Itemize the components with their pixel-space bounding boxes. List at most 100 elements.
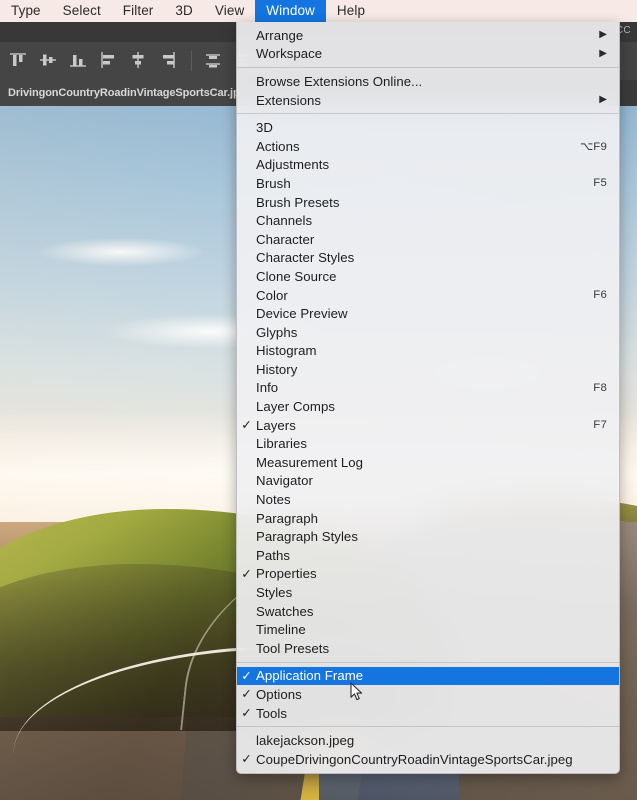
menu-item-paths[interactable]: Paths (237, 546, 619, 565)
check-icon: ✓ (241, 566, 252, 581)
menu-item-shortcut: ⌥F9 (579, 141, 607, 154)
menubar-item-type[interactable]: Type (0, 0, 52, 22)
menu-item-label: Clone Source (256, 268, 337, 284)
menu-item-color[interactable]: Color F6 (237, 286, 619, 305)
align-top-edges-icon[interactable] (7, 49, 31, 73)
menubar-item-view[interactable]: View (204, 0, 255, 22)
menu-item-label: Workspace (256, 46, 323, 62)
menu-item-paragraph-styles[interactable]: Paragraph Styles (237, 527, 619, 546)
menu-item-clone-source[interactable]: Clone Source (237, 267, 619, 286)
menubar-item-help[interactable]: Help (326, 0, 376, 22)
align-vertical-centers-icon[interactable] (37, 49, 61, 73)
menu-item-measurement-log[interactable]: Measurement Log (237, 453, 619, 472)
menu-item-timeline[interactable]: Timeline (237, 620, 619, 639)
check-icon: ✓ (241, 687, 252, 702)
menu-item-channels[interactable]: Channels (237, 211, 619, 230)
menu-item-label: Options (256, 686, 302, 702)
menu-item-notes[interactable]: Notes (237, 490, 619, 509)
menu-item-navigator[interactable]: Navigator (237, 472, 619, 491)
menu-item-libraries[interactable]: Libraries (237, 434, 619, 453)
menu-item-options[interactable]: ✓ Options (237, 685, 619, 704)
menu-item-history[interactable]: History (237, 360, 619, 379)
menu-item-character-styles[interactable]: Character Styles (237, 249, 619, 268)
menu-bar: Type Select Filter 3D View Window Help (0, 0, 637, 22)
menu-item-paragraph[interactable]: Paragraph (237, 509, 619, 528)
document-tab[interactable]: DrivingonCountryRoadinVintageSportsCar.j… (0, 80, 248, 106)
align-bottom-edges-icon[interactable] (67, 49, 91, 73)
menu-item-label: Extensions (256, 92, 322, 108)
menu-item-label: History (256, 361, 298, 377)
menu-item-label: Tool Presets (256, 640, 330, 656)
menu-item-shortcut: F6 (593, 289, 607, 302)
menu-item-brush[interactable]: Brush F5 (237, 174, 619, 193)
menu-item-label: Character (256, 231, 315, 247)
align-horizontal-centers-icon[interactable] (127, 49, 151, 73)
menu-item-label: Layers (256, 417, 296, 433)
document-tab-label: DrivingonCountryRoadinVintageSportsCar.j… (8, 87, 240, 99)
menu-item-glyphs[interactable]: Glyphs (237, 323, 619, 342)
menu-item-swatches[interactable]: Swatches (237, 602, 619, 621)
align-left-edges-icon[interactable] (97, 49, 121, 73)
menu-item-label: Application Frame (256, 668, 364, 684)
menu-item-label: Brush (256, 175, 291, 191)
menu-item-layers[interactable]: ✓ Layers F7 (237, 416, 619, 435)
menu-item-arrange[interactable]: Arrange ▶ (237, 26, 619, 45)
menu-item-lakejackson-jpeg[interactable]: lakejackson.jpeg (237, 731, 619, 750)
menu-item-label: Paragraph Styles (256, 529, 358, 545)
menu-item-label: Measurement Log (256, 454, 364, 470)
menu-item-label: Glyphs (256, 324, 298, 340)
menu-item-brush-presets[interactable]: Brush Presets (237, 193, 619, 212)
menu-item-actions[interactable]: Actions ⌥F9 (237, 137, 619, 156)
menu-item-label: Adjustments (256, 157, 330, 173)
menu-item-label: CoupeDrivingonCountryRoadinVintageSports… (256, 751, 573, 767)
menu-item-application-frame[interactable]: ✓ Application Frame (237, 666, 619, 686)
submenu-arrow-icon: ▶ (599, 29, 607, 41)
menu-item-label: Paragraph (256, 510, 319, 526)
menu-divider (237, 67, 619, 69)
menu-item-3d[interactable]: 3D (237, 118, 619, 137)
menu-item-tools[interactable]: ✓ Tools (237, 704, 619, 723)
menu-item-histogram[interactable]: Histogram (237, 342, 619, 361)
menu-item-label: Actions (256, 138, 300, 154)
menu-item-label: Navigator (256, 473, 313, 489)
check-icon: ✓ (241, 705, 252, 720)
menu-item-shortcut: F7 (593, 419, 607, 432)
menu-item-layer-comps[interactable]: Layer Comps (237, 397, 619, 416)
menu-item-properties[interactable]: ✓ Properties (237, 565, 619, 584)
menubar-item-select[interactable]: Select (52, 0, 112, 22)
distribute-top-edges-icon[interactable] (202, 49, 226, 73)
menubar-item-3d[interactable]: 3D (164, 0, 203, 22)
menu-item-label: Device Preview (256, 306, 348, 322)
menubar-item-window[interactable]: Window (255, 0, 326, 22)
menu-item-info[interactable]: Info F8 (237, 379, 619, 398)
menu-item-label: Info (256, 380, 279, 396)
menu-item-coupedrivingoncountryroadinvintagesportscar-jpeg[interactable]: ✓ CoupeDrivingonCountryRoadinVintageSport… (237, 750, 619, 769)
menu-item-tool-presets[interactable]: Tool Presets (237, 639, 619, 658)
menu-item-browse-extensions-online[interactable]: Browse Extensions Online... (237, 72, 619, 91)
menu-item-character[interactable]: Character (237, 230, 619, 249)
menu-divider (237, 661, 619, 663)
menu-item-label: Character Styles (256, 250, 355, 266)
menu-item-label: Libraries (256, 436, 308, 452)
menu-divider (237, 113, 619, 115)
menu-item-label: Channels (256, 213, 313, 229)
cloud-small (38, 237, 204, 266)
menu-item-label: Tools (256, 705, 288, 721)
menu-item-label: Histogram (256, 343, 317, 359)
menu-item-extensions[interactable]: Extensions ▶ (237, 91, 619, 110)
menu-item-label: Paths (256, 547, 290, 563)
menu-item-shortcut: F8 (593, 381, 607, 394)
menubar-item-filter[interactable]: Filter (112, 0, 165, 22)
menu-item-adjustments[interactable]: Adjustments (237, 156, 619, 175)
menu-item-device-preview[interactable]: Device Preview (237, 304, 619, 323)
menu-item-workspace[interactable]: Workspace ▶ (237, 45, 619, 64)
window-dropdown-menu[interactable]: Arrange ▶ Workspace ▶ Browse Extensions Onli… (236, 22, 620, 774)
menu-item-label: Arrange (256, 27, 304, 43)
menu-item-label: Styles (256, 585, 293, 601)
menu-item-styles[interactable]: Styles (237, 583, 619, 602)
submenu-arrow-icon: ▶ (599, 47, 607, 59)
align-right-edges-icon[interactable] (157, 49, 181, 73)
menu-item-label: 3D (256, 120, 273, 136)
screen: CC DrivingonCountryRoadinVintageSportsCa… (0, 0, 637, 800)
menu-item-label: Brush Presets (256, 194, 340, 210)
